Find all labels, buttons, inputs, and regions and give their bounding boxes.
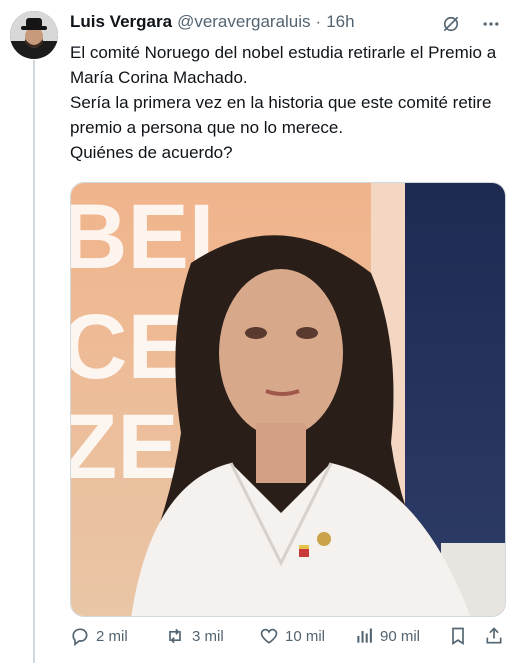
backdrop-letters: CE xyxy=(71,296,189,398)
views-icon xyxy=(354,626,374,646)
author-handle[interactable]: @veravergaraluis xyxy=(177,12,310,32)
photo-content: BEL CE ZE xyxy=(71,183,505,616)
reply-count: 2 mil xyxy=(96,627,128,645)
reply-button[interactable]: 2 mil xyxy=(70,626,128,646)
repost-icon xyxy=(164,626,186,646)
views-count: 90 mil xyxy=(380,627,421,645)
bookmark-button[interactable] xyxy=(448,626,468,646)
like-count: 10 mil xyxy=(285,627,326,645)
header-actions xyxy=(440,13,502,35)
tweet-photo[interactable]: BEL CE ZE xyxy=(70,182,506,617)
tweet-time[interactable]: 16h xyxy=(326,12,354,32)
bookmark-icon xyxy=(448,626,468,646)
backdrop-letters: ZE xyxy=(71,396,179,498)
share-button[interactable] xyxy=(484,626,504,646)
like-button[interactable]: 10 mil xyxy=(259,626,325,646)
repost-count: 3 mil xyxy=(192,627,224,645)
share-icon xyxy=(484,626,504,646)
grok-icon[interactable] xyxy=(440,13,462,35)
views-button[interactable]: 90 mil xyxy=(354,626,420,646)
author-name[interactable]: Luis Vergara xyxy=(70,12,172,32)
avatar[interactable] xyxy=(10,11,58,59)
tweet-text-line: Quiénes de acuerdo? xyxy=(70,143,233,162)
thread-line xyxy=(33,60,35,663)
like-icon xyxy=(259,626,279,646)
reply-icon xyxy=(70,626,90,646)
tweet: Luis Vergara @veravergaraluis · 16h El c… xyxy=(70,10,506,646)
tweet-text-line: Sería la primera vez en la historia que … xyxy=(70,93,492,137)
avatar-image xyxy=(10,11,58,59)
tweet-text-line: El comité Noruego del nobel estudia reti… xyxy=(70,43,497,87)
tweet-text: El comité Noruego del nobel estudia reti… xyxy=(70,40,502,165)
more-options-icon[interactable] xyxy=(480,13,502,35)
repost-button[interactable]: 3 mil xyxy=(164,626,224,646)
tweet-header: Luis Vergara @veravergaraluis · 16h xyxy=(70,10,502,34)
separator-dot: · xyxy=(315,12,322,31)
